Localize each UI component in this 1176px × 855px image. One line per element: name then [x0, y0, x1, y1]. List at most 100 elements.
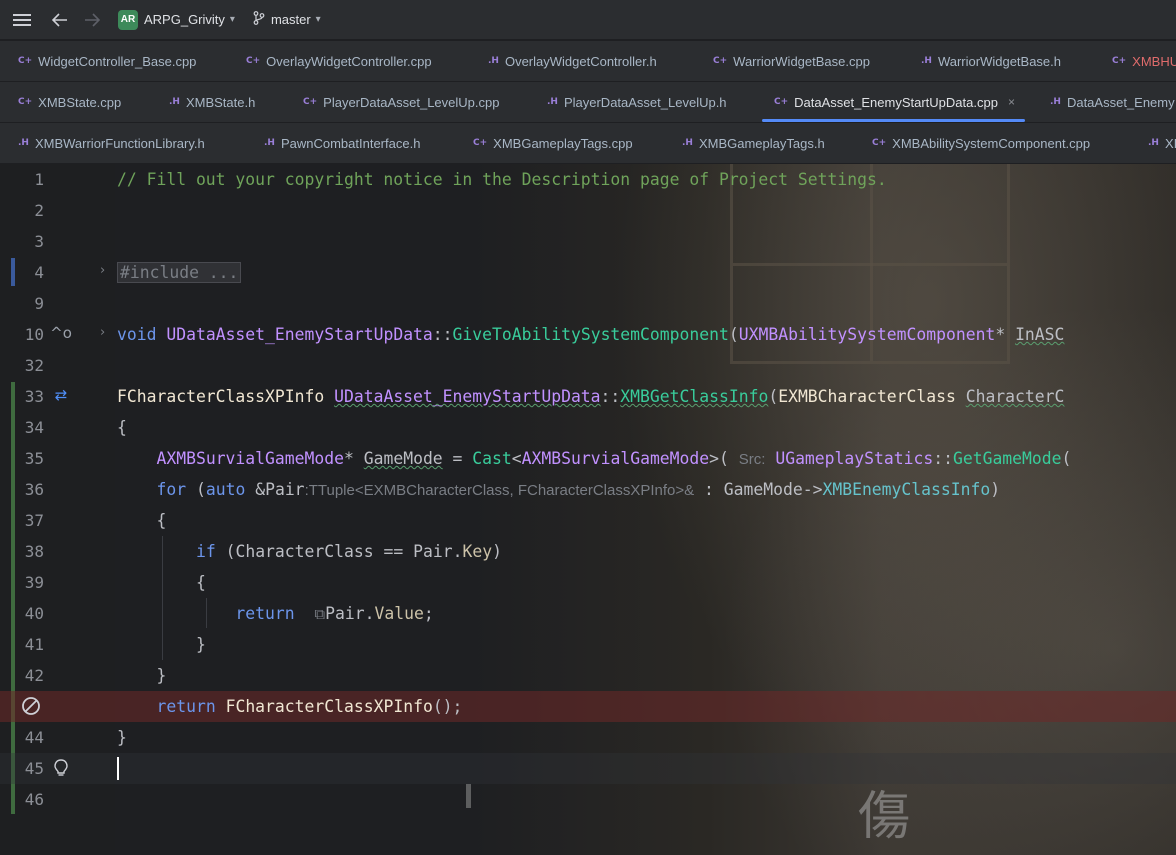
git-branch-icon[interactable]: [253, 11, 265, 28]
line-number: 44: [24, 728, 44, 747]
line-number: 38: [24, 542, 44, 561]
header-file-icon: .H: [547, 97, 558, 107]
fold-chevron-icon[interactable]: ›: [100, 325, 105, 340]
project-name[interactable]: ARPG_Grivity: [144, 12, 225, 27]
code-line[interactable]: 44 }: [0, 722, 1176, 753]
forward-arrow-icon[interactable]: [78, 6, 106, 34]
close-tab-icon[interactable]: ×: [1008, 95, 1015, 109]
tab-xmbwarriorfunctionlibrary-h[interactable]: .H XMBWarriorFunctionLibrary.h: [18, 123, 205, 163]
header-file-icon: .H: [488, 56, 499, 66]
cpp-file-icon: C+: [1112, 56, 1127, 66]
tab-playerdataasset-levelup-h[interactable]: .H PlayerDataAsset_LevelUp.h: [547, 82, 727, 122]
tab-dataasset-enemy-h[interactable]: .H DataAsset_Enemy: [1050, 82, 1175, 122]
code-line[interactable]: 42 }: [0, 660, 1176, 691]
chevron-down-icon[interactable]: ▾: [230, 14, 235, 25]
code-line[interactable]: 2: [0, 195, 1176, 226]
text-caret: [117, 757, 119, 780]
line-number: 46: [24, 790, 44, 809]
line-number: 39: [24, 573, 44, 592]
unreachable-code-icon[interactable]: [20, 696, 42, 716]
code-line[interactable]: 9: [0, 288, 1176, 319]
header-file-icon: .H: [264, 138, 275, 148]
cpp-file-icon: C+: [713, 56, 728, 66]
project-badge[interactable]: AR: [118, 9, 138, 30]
line-number: 35: [24, 449, 44, 468]
title-bar: AR ARPG_Grivity ▾ master ▾: [0, 0, 1176, 40]
cpp-file-icon: C+: [872, 138, 887, 148]
line-number: 37: [24, 511, 44, 530]
header-file-icon: .H: [1050, 97, 1061, 107]
code-line[interactable]: 3: [0, 226, 1176, 257]
code-line[interactable]: 39 {: [0, 567, 1176, 598]
line-number: 33: [24, 387, 44, 406]
fold-chevron-icon[interactable]: ›: [100, 263, 105, 278]
header-file-icon: .H: [682, 138, 693, 148]
line-number: 45: [24, 759, 44, 778]
cpp-file-icon: C+: [774, 97, 789, 107]
tab-playerdataasset-levelup-cpp[interactable]: C+ PlayerDataAsset_LevelUp.cpp: [303, 82, 499, 122]
code-line[interactable]: 37 {: [0, 505, 1176, 536]
hamburger-menu-icon[interactable]: [8, 6, 36, 34]
tab-row-3: .H XMBWarriorFunctionLibrary.h .H PawnComb…: [0, 123, 1176, 164]
tab-row-2: C+ XMBState.cpp .H XMBState.h C+ PlayerData…: [0, 82, 1176, 123]
code-line-current[interactable]: 45: [0, 753, 1176, 784]
code-line[interactable]: 4 › #include ...: [0, 257, 1176, 288]
tab-dataasset-enemystartupdata-cpp[interactable]: C+ DataAsset_EnemyStartUpData.cpp ×: [762, 82, 1025, 122]
tab-xmbgameplaytags-cpp[interactable]: C+ XMBGameplayTags.cpp: [473, 123, 633, 163]
header-file-icon: .H: [921, 56, 932, 66]
header-file-icon: .H: [18, 138, 29, 148]
line-number: 3: [34, 232, 44, 251]
code-line[interactable]: 46: [0, 784, 1176, 815]
line-number: 41: [24, 635, 44, 654]
tab-xi[interactable]: .HXI: [1148, 123, 1176, 163]
tab-xmbstate-h[interactable]: .H XMBState.h: [169, 82, 255, 122]
code-line[interactable]: 38 if (CharacterClass == Pair.Key): [0, 536, 1176, 567]
code-line[interactable]: 40 return ⧉Pair.Value;: [0, 598, 1176, 629]
line-number: 1: [34, 170, 44, 189]
cpp-file-icon: C+: [18, 97, 33, 107]
lightbulb-icon[interactable]: [50, 758, 72, 778]
tab-pawncombatinterface-h[interactable]: .H PawnCombatInterface.h: [264, 123, 420, 163]
code-editor[interactable]: 傷 1 // Fill out your copyright notice in…: [0, 164, 1176, 855]
navigate-to-declaration-icon[interactable]: ⇄: [50, 386, 72, 406]
tab-row-1: C+ WidgetController_Base.cpp C+ OverlayWid…: [0, 41, 1176, 82]
line-number: 9: [34, 294, 44, 313]
tab-overlaywidgetcontroller-h[interactable]: .H OverlayWidgetController.h: [488, 41, 657, 81]
code-comment: // Fill out your copyright notice in the…: [117, 170, 887, 189]
copy-hint-icon: ⧉: [314, 606, 326, 623]
tab-warriorwidgetbase-cpp[interactable]: C+ WarriorWidgetBase.cpp: [713, 41, 870, 81]
overrides-icon[interactable]: ^o: [50, 324, 72, 344]
tab-xmbstate-cpp[interactable]: C+ XMBState.cpp: [18, 82, 121, 122]
code-line[interactable]: 1 // Fill out your copyright notice in t…: [0, 164, 1176, 195]
header-file-icon: .H: [169, 97, 180, 107]
code-line[interactable]: 10 ^o › void UDataAsset_EnemyStartUpData…: [0, 319, 1176, 350]
line-number: 36: [24, 480, 44, 499]
cpp-file-icon: C+: [303, 97, 318, 107]
line-number: 34: [24, 418, 44, 437]
cpp-file-icon: C+: [246, 56, 261, 66]
line-number: 4: [34, 263, 44, 282]
chevron-down-icon[interactable]: ▾: [316, 14, 321, 25]
code-line[interactable]: 33 ⇄ FCharacterClassXPInfo UDataAsset_En…: [0, 381, 1176, 412]
line-number: 2: [34, 201, 44, 220]
type-hint: :TTuple<EXMBCharacterClass, FCharacterCl…: [304, 482, 695, 499]
cpp-file-icon: C+: [18, 56, 33, 66]
code-line[interactable]: 41 }: [0, 629, 1176, 660]
back-arrow-icon[interactable]: [46, 6, 74, 34]
tab-widgetcontroller-base-cpp[interactable]: C+ WidgetController_Base.cpp: [18, 41, 196, 81]
tab-warriorwidgetbase-h[interactable]: .H WarriorWidgetBase.h: [921, 41, 1061, 81]
code-line[interactable]: 35 AXMBSurvialGameMode* GameMode = Cast<…: [0, 443, 1176, 474]
code-line-error[interactable]: return FCharacterClassXPInfo();: [0, 691, 1176, 722]
tab-xmbhu[interactable]: C+ XMBHU: [1112, 41, 1176, 81]
code-line[interactable]: 32: [0, 350, 1176, 381]
tab-overlaywidgetcontroller-cpp[interactable]: C+ OverlayWidgetController.cpp: [246, 41, 432, 81]
line-number: 40: [24, 604, 44, 623]
folded-include[interactable]: #include ...: [117, 262, 242, 283]
line-number: 10: [24, 325, 44, 344]
branch-name[interactable]: master: [271, 12, 311, 27]
parameter-hint: Src:: [738, 451, 766, 468]
code-line[interactable]: 34 {: [0, 412, 1176, 443]
code-line[interactable]: 36 for (auto &Pair:TTuple<EXMBCharacterC…: [0, 474, 1176, 505]
tab-xmbgameplaytags-h[interactable]: .H XMBGameplayTags.h: [682, 123, 825, 163]
tab-xmbabilitysystemcomponent-cpp[interactable]: C+ XMBAbilitySystemComponent.cpp: [872, 123, 1090, 163]
